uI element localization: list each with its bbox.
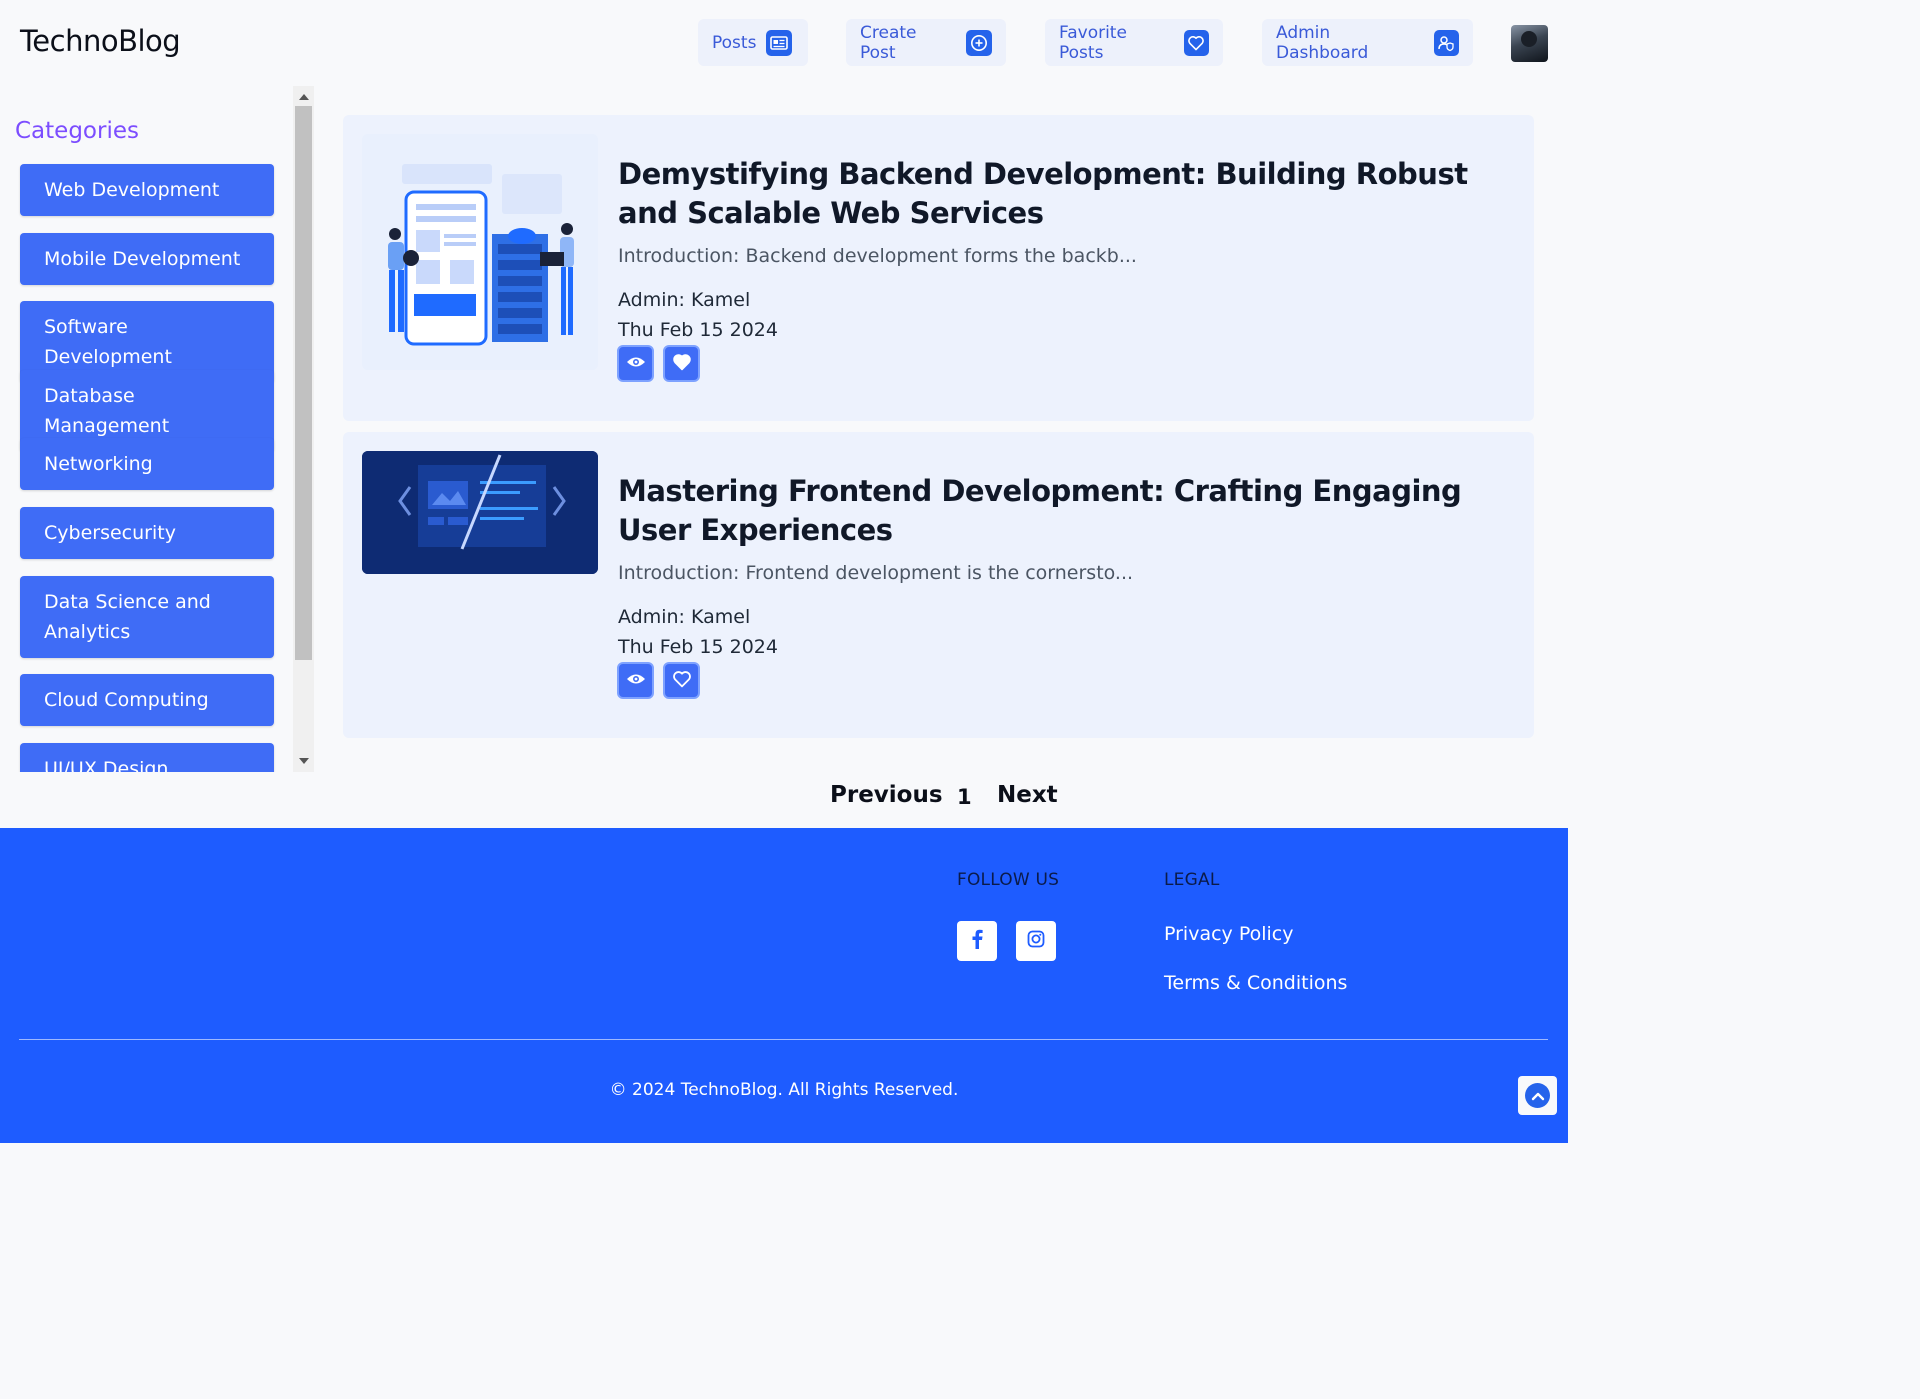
- category-web-development[interactable]: Web Development: [20, 164, 274, 216]
- scroll-up-arrow-icon[interactable]: [299, 94, 309, 100]
- category-cloud-computing[interactable]: Cloud Computing: [20, 674, 274, 726]
- chevron-up-icon: [1525, 1083, 1550, 1108]
- footer: FOLLOW US LEGAL Privacy Policy Terms & C…: [0, 828, 1568, 1143]
- back-to-top-button[interactable]: [1518, 1076, 1557, 1115]
- scroll-down-arrow-icon[interactable]: [299, 758, 309, 764]
- top-navbar: TechnoBlog Posts Create Post Favorite Po…: [0, 0, 1568, 86]
- favorite-post-button[interactable]: [663, 662, 700, 699]
- post-thumbnail-backend-illustration[interactable]: [362, 134, 598, 370]
- categories-sidebar: Categories Web Development Mobile Develo…: [0, 86, 314, 772]
- nav-favorite-posts-label: Favorite Posts: [1059, 22, 1127, 63]
- pagination-next[interactable]: Next: [997, 782, 1058, 808]
- copyright-text: © 2024 TechnoBlog. All Rights Reserved.: [609, 1080, 959, 1100]
- user-shield-icon: [1433, 29, 1459, 56]
- post-excerpt: Introduction: Backend development forms …: [618, 245, 1137, 267]
- heart-icon: [1183, 29, 1209, 56]
- view-post-button[interactable]: [617, 345, 654, 382]
- facebook-link[interactable]: [957, 921, 997, 961]
- post-thumbnail-frontend-illustration[interactable]: [362, 451, 598, 574]
- nav-posts-label: Posts: [712, 32, 757, 53]
- pagination-previous[interactable]: Previous: [830, 782, 943, 808]
- favorite-post-button[interactable]: [663, 345, 700, 382]
- nav-posts-button[interactable]: Posts: [698, 19, 808, 66]
- nav-admin-dashboard-label: Admin Dashboard: [1276, 22, 1369, 63]
- category-ui-ux-design[interactable]: UI/UX Design: [20, 743, 274, 772]
- eye-icon: [626, 354, 646, 373]
- categories-heading: Categories: [15, 118, 139, 144]
- post-excerpt: Introduction: Frontend development is th…: [618, 562, 1134, 584]
- legal-heading: LEGAL: [1164, 870, 1220, 890]
- view-post-button[interactable]: [617, 662, 654, 699]
- post-title[interactable]: Demystifying Backend Development: Buildi…: [618, 155, 1498, 233]
- footer-divider: [19, 1039, 1548, 1040]
- instagram-link[interactable]: [1016, 921, 1056, 961]
- sidebar-scrollbar[interactable]: [293, 86, 314, 772]
- nav-create-post-label: Create Post: [860, 22, 917, 63]
- nav-admin-dashboard-button[interactable]: Admin Dashboard: [1262, 19, 1473, 66]
- post-date: Thu Feb 15 2024: [618, 636, 778, 658]
- terms-conditions-link[interactable]: Terms & Conditions: [1164, 972, 1347, 994]
- post-author: Admin: Kamel: [618, 289, 751, 311]
- heart-filled-icon: [672, 353, 692, 375]
- eye-icon: [626, 671, 646, 690]
- pagination-page-1[interactable]: 1: [957, 785, 972, 809]
- privacy-policy-link[interactable]: Privacy Policy: [1164, 923, 1293, 945]
- user-avatar[interactable]: [1511, 25, 1548, 62]
- category-data-science[interactable]: Data Science and Analytics: [20, 576, 274, 658]
- heart-outline-icon: [672, 670, 692, 692]
- post-title[interactable]: Mastering Frontend Development: Crafting…: [618, 472, 1498, 550]
- facebook-icon: [971, 929, 983, 953]
- category-cybersecurity[interactable]: Cybersecurity: [20, 507, 274, 559]
- category-networking[interactable]: Networking: [20, 438, 274, 490]
- brand-logo[interactable]: TechnoBlog: [20, 24, 181, 58]
- newspaper-icon: [766, 29, 793, 56]
- nav-create-post-button[interactable]: Create Post: [846, 19, 1006, 66]
- instagram-icon: [1027, 930, 1045, 952]
- post-card: Demystifying Backend Development: Buildi…: [343, 115, 1534, 421]
- post-date: Thu Feb 15 2024: [618, 319, 778, 341]
- follow-us-heading: FOLLOW US: [957, 870, 1060, 890]
- scrollbar-thumb[interactable]: [295, 106, 312, 660]
- nav-favorite-posts-button[interactable]: Favorite Posts: [1045, 19, 1223, 66]
- post-author: Admin: Kamel: [618, 606, 751, 628]
- plus-circle-icon: [966, 29, 992, 56]
- category-mobile-development[interactable]: Mobile Development: [20, 233, 274, 285]
- post-card: Mastering Frontend Development: Crafting…: [343, 432, 1534, 738]
